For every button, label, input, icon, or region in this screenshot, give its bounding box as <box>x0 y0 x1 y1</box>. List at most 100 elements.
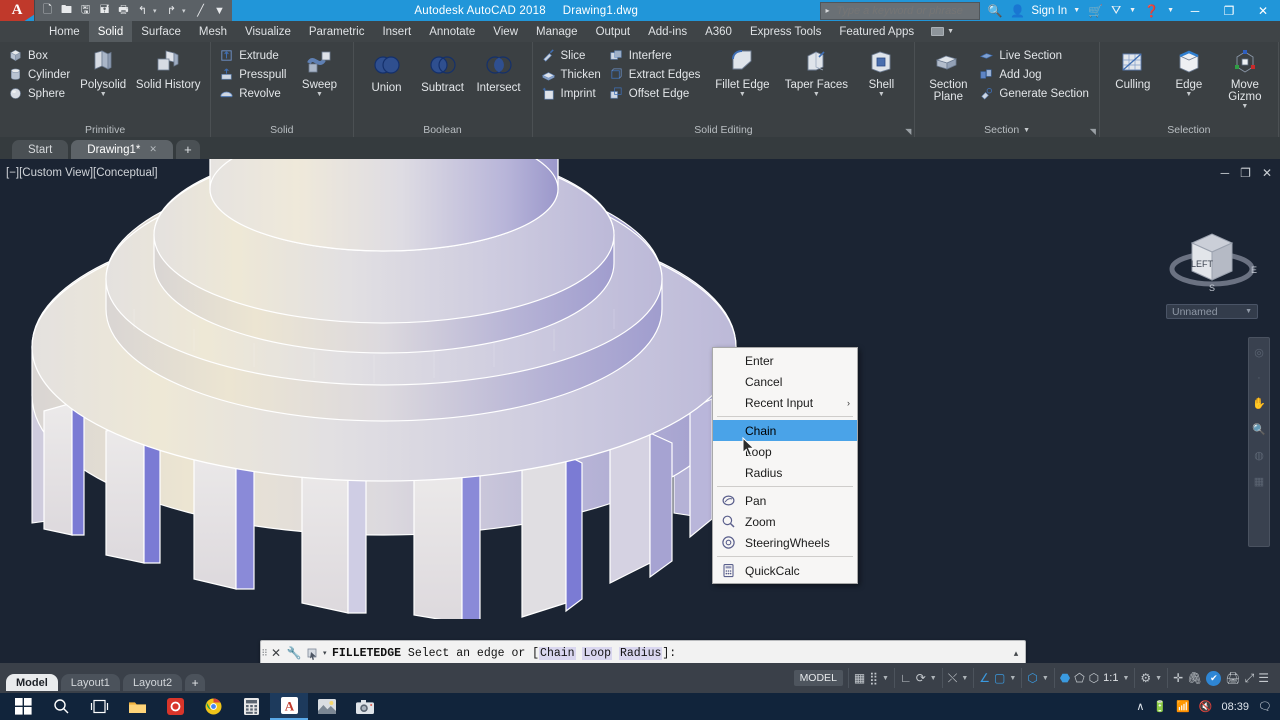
context-menu-item-radius[interactable]: Radius <box>713 462 857 483</box>
file-tab-start[interactable]: Start <box>12 140 69 159</box>
ribbon-tab-add-ins[interactable]: Add-ins <box>639 21 696 42</box>
ribbon-tab-a360[interactable]: A360 <box>696 21 741 42</box>
annotation-scale-icon[interactable]: ⬡ <box>1089 671 1099 685</box>
clean-screen-icon[interactable]: 🖨 <box>1225 671 1240 685</box>
full-navigation-wheel-icon[interactable]: ◎ <box>1254 346 1264 359</box>
box-button[interactable]: Box <box>6 47 74 64</box>
context-menu[interactable]: Enter Cancel Recent Input › Chain Loop Radius P… <box>712 347 858 584</box>
object-snap-dropdown-icon[interactable]: ▼ <box>1009 675 1016 682</box>
infocenter-search[interactable]: ▸ <box>820 1 981 20</box>
ucs-display-icon[interactable]: ▢ <box>994 671 1005 685</box>
move-gizmo-button[interactable]: Move Gizmo ▼ <box>1218 45 1272 110</box>
command-line-grip[interactable]: ⠿ <box>261 642 268 664</box>
autodesk-app-icon[interactable]: ⛛ <box>1107 3 1125 18</box>
context-menu-item-loop[interactable]: Loop <box>713 441 857 462</box>
taskbar-chrome-icon[interactable] <box>194 693 232 720</box>
intersect-button[interactable]: Intersect <box>472 48 526 94</box>
presspull-button[interactable]: Presspull <box>217 66 290 83</box>
gear-model-3d[interactable] <box>14 159 754 619</box>
command-line-settings-icon[interactable]: 🔧 <box>284 646 304 660</box>
showmotion-icon[interactable]: ▦ <box>1254 475 1264 488</box>
grid-display-icon[interactable]: ▦ <box>854 671 865 685</box>
notifications-icon[interactable]: 🗨 <box>1258 700 1272 713</box>
context-menu-item-chain[interactable]: Chain <box>713 420 857 441</box>
open-icon[interactable]: 🖿 <box>58 2 75 20</box>
ribbon-chevron-down-icon[interactable]: ▼ <box>947 28 954 35</box>
new-file-tab-button[interactable]: + <box>175 140 200 159</box>
window-minimize-button[interactable]: ─ <box>1178 0 1212 21</box>
solid-editing-expand-icon[interactable]: ◥ <box>905 127 911 136</box>
union-button[interactable]: Union <box>360 48 414 94</box>
ribbon-tab-view[interactable]: View <box>484 21 527 42</box>
context-menu-item-zoom[interactable]: Zoom <box>713 511 857 532</box>
taskbar-start-button-icon[interactable] <box>4 693 42 720</box>
ribbon-display-options[interactable]: ▼ <box>923 21 962 42</box>
generate-section-button[interactable]: Generate Section <box>977 85 1093 102</box>
workspace-switching-icon[interactable]: ⚙ <box>1140 671 1151 685</box>
annotation-visibility-icon[interactable]: ⬣ <box>1060 671 1070 685</box>
ribbon-tab-home[interactable]: Home <box>40 21 89 42</box>
file-tab-close-icon[interactable]: ✕ <box>149 144 157 155</box>
layout-tab-layout2[interactable]: Layout2 <box>122 674 183 691</box>
context-menu-item-steeringwheels[interactable]: SteeringWheels <box>713 532 857 553</box>
viewport-minimize-button[interactable]: ─ <box>1221 166 1230 180</box>
viewcube[interactable]: S E LEFT <box>1162 217 1262 317</box>
offset-edge-button[interactable]: Offset Edge <box>607 85 705 102</box>
taskbar-camera-icon[interactable] <box>346 693 384 720</box>
ribbon-tab-parametric[interactable]: Parametric <box>300 21 374 42</box>
viewport-close-button[interactable]: ✕ <box>1262 166 1272 180</box>
battery-icon[interactable]: 🔋 <box>1153 700 1167 713</box>
taskbar-calculator-icon[interactable] <box>232 693 270 720</box>
window-maximize-button[interactable]: ❐ <box>1212 0 1246 21</box>
live-section-button[interactable]: Live Section <box>977 47 1093 64</box>
polysolid-button[interactable]: Polysolid ▼ <box>76 45 130 98</box>
help-dropdown-icon[interactable]: ▼ <box>1163 7 1178 14</box>
undo-dropdown-icon[interactable]: ▾ <box>153 7 161 15</box>
ribbon-tab-insert[interactable]: Insert <box>373 21 420 42</box>
fillet-edge-button[interactable]: Fillet Edge ▼ <box>706 45 778 98</box>
undo-icon[interactable]: ↰ <box>134 2 151 20</box>
command-keyword-radius[interactable]: Radius <box>618 646 663 660</box>
taper-faces-dropdown-icon[interactable]: ▼ <box>813 91 820 98</box>
sweep-button[interactable]: Sweep ▼ <box>293 45 347 98</box>
ribbon-tab-annotate[interactable]: Annotate <box>420 21 484 42</box>
ribbon-tab-express-tools[interactable]: Express Tools <box>741 21 830 42</box>
subtract-button[interactable]: Subtract <box>416 48 470 94</box>
solid-history-button[interactable]: Solid History <box>132 45 204 91</box>
isolate-objects-icon[interactable]: 🖇 <box>1187 671 1202 685</box>
move-gizmo-dropdown-icon[interactable]: ▼ <box>1241 103 1248 110</box>
context-menu-item-enter[interactable]: Enter <box>713 350 857 371</box>
imprint-button[interactable]: Imprint <box>539 85 605 102</box>
command-line-close-button[interactable]: ✕ <box>268 646 284 660</box>
object-snap-tracking-icon[interactable]: ⤬ <box>948 671 958 686</box>
redo-dropdown-icon[interactable]: ▾ <box>182 7 190 15</box>
layout-tab-layout1[interactable]: Layout1 <box>60 674 120 691</box>
object-snap-icon[interactable]: ∠ <box>979 671 990 685</box>
named-view-chevron-down-icon[interactable]: ▼ <box>1245 308 1252 315</box>
model-paper-space-toggle[interactable]: MODEL <box>793 670 843 686</box>
tray-expand-chevron-icon[interactable]: ∧ <box>1136 700 1144 713</box>
ribbon-tab-mesh[interactable]: Mesh <box>190 21 236 42</box>
new-icon[interactable]: 🗋 <box>39 2 56 20</box>
revolve-button[interactable]: Revolve <box>217 85 290 102</box>
plot-icon[interactable]: 🖶 <box>115 2 132 20</box>
customize-qat-icon[interactable]: ▼ <box>211 2 228 20</box>
taskbar-task-view-icon[interactable] <box>80 693 118 720</box>
annotation-scale-value[interactable]: 1:1 <box>1103 672 1118 684</box>
navigation-bar[interactable]: ◎ · ✋ 🔍 ◍ ▦ <box>1248 337 1270 547</box>
context-menu-item-pan[interactable]: Pan <box>713 490 857 511</box>
polar-dropdown-icon[interactable]: ▼ <box>930 675 937 682</box>
workspace-dropdown-icon[interactable]: ▼ <box>1155 675 1162 682</box>
sign-in-button[interactable]: Sign In <box>1029 5 1069 17</box>
command-keyword-chain[interactable]: Chain <box>539 646 576 660</box>
add-jog-button[interactable]: Add Jog <box>977 66 1093 83</box>
polysolid-dropdown-icon[interactable]: ▼ <box>100 91 107 98</box>
application-menu-button[interactable]: A <box>0 0 34 21</box>
ribbon-tab-surface[interactable]: Surface <box>132 21 190 42</box>
context-menu-item-quickcalc[interactable]: QuickCalc <box>713 560 857 581</box>
search-button-icon[interactable]: 🔍 <box>983 4 1006 18</box>
command-keyword-loop[interactable]: Loop <box>582 646 613 660</box>
customization-icon[interactable]: ☰ <box>1258 671 1269 685</box>
context-menu-item-recent-input[interactable]: Recent Input › <box>713 392 857 413</box>
ribbon-tab-solid[interactable]: Solid <box>88 21 133 42</box>
